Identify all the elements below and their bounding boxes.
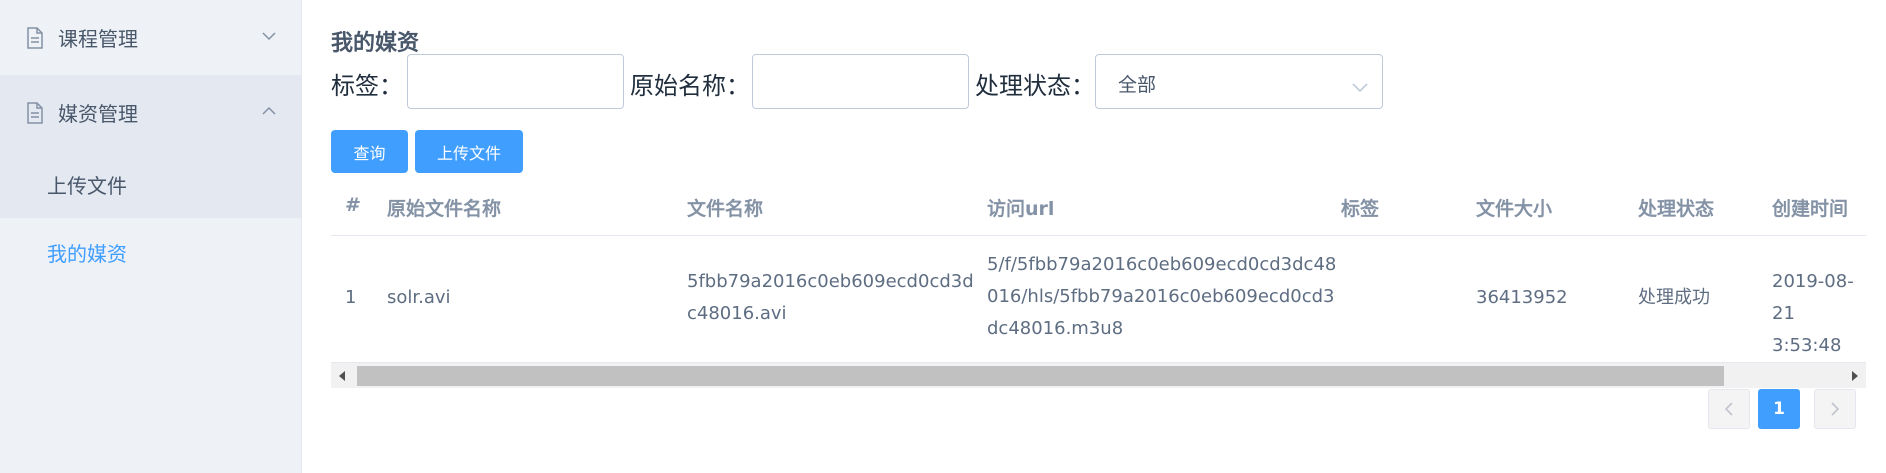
- cell-status: 处理成功: [1638, 287, 1710, 308]
- chevron-up-icon: [262, 106, 276, 115]
- header-original-name: 原始文件名称: [387, 198, 502, 220]
- header-file-name: 文件名称: [687, 198, 764, 220]
- header-tag: 标签: [1341, 198, 1380, 220]
- sidebar-item-label: 上传文件: [47, 173, 127, 198]
- cell-index: 1: [345, 287, 357, 308]
- menu-media-management[interactable]: 媒资管理: [0, 75, 301, 150]
- document-icon: [27, 26, 43, 49]
- status-select[interactable]: 全部: [1095, 54, 1383, 109]
- tag-label: 标签：: [331, 72, 403, 100]
- cell-original-name: solr.avi: [387, 287, 451, 308]
- scrollbar-thumb[interactable]: [357, 366, 1724, 386]
- table-header: # 原始文件名称 文件名称 访问url 标签 文件大小 处理状态 创建时间: [331, 178, 1866, 236]
- chevron-right-icon: [1831, 402, 1840, 416]
- original-name-input[interactable]: [752, 54, 969, 109]
- media-table: # 原始文件名称 文件名称 访问url 标签 文件大小 处理状态 创建时间 1 …: [331, 178, 1866, 361]
- cell-created-line: 2019-08-21: [1772, 271, 1854, 324]
- chevron-down-icon: [262, 32, 276, 41]
- cell-file-size: 36413952: [1476, 287, 1568, 308]
- document-icon: [27, 101, 43, 124]
- chevron-left-icon: [1724, 402, 1733, 416]
- status-label: 处理状态：: [975, 72, 1095, 100]
- main-content: 我的媒资 标签： 原始名称： 处理状态： 全部 查询 上传文件 # 原始文件名称…: [302, 0, 1886, 473]
- horizontal-scrollbar[interactable]: [331, 362, 1866, 388]
- scroll-left-arrow-icon[interactable]: [339, 371, 345, 381]
- query-button[interactable]: 查询: [331, 130, 408, 173]
- header-file-size: 文件大小: [1476, 198, 1553, 220]
- cell-url-line: 5/f/5fbb79a2016c0eb609ecd0cd3dc48: [987, 254, 1337, 275]
- menu-course-management[interactable]: 课程管理: [0, 0, 301, 75]
- table-row[interactable]: 1 solr.avi 5fbb79a2016c0eb609ecd0cd3d c4…: [331, 236, 1866, 361]
- cell-file-name-line: 5fbb79a2016c0eb609ecd0cd3d: [687, 271, 974, 292]
- page-title: 我的媒资: [331, 31, 420, 56]
- menu-label: 课程管理: [58, 27, 138, 51]
- scroll-right-arrow-icon[interactable]: [1852, 371, 1858, 381]
- cell-url-line: 016/hls/5fbb79a2016c0eb609ecd0cd3: [987, 286, 1335, 307]
- header-status: 处理状态: [1638, 198, 1715, 220]
- menu-label: 媒资管理: [58, 102, 138, 126]
- next-page-button[interactable]: [1814, 389, 1856, 429]
- page-number-current[interactable]: 1: [1758, 389, 1800, 429]
- header-index: #: [345, 194, 361, 216]
- cell-created-time: 2019-08-21 3:53:48: [1772, 266, 1866, 362]
- upload-file-button[interactable]: 上传文件: [415, 130, 523, 173]
- tag-input[interactable]: [407, 54, 624, 109]
- cell-url: 5/f/5fbb79a2016c0eb609ecd0cd3dc48 016/hl…: [987, 249, 1336, 345]
- original-name-label: 原始名称：: [630, 72, 750, 100]
- sidebar-item-label: 我的媒资: [47, 241, 127, 266]
- chevron-down-icon: [1352, 83, 1368, 92]
- header-url: 访问url: [987, 198, 1055, 220]
- sidebar: 课程管理 媒资管理 上传文件 我的媒资: [0, 0, 302, 473]
- cell-url-line: dc48016.m3u8: [987, 318, 1124, 339]
- sidebar-item-my-media[interactable]: 我的媒资: [0, 218, 301, 286]
- cell-file-name: 5fbb79a2016c0eb609ecd0cd3d c48016.avi: [687, 266, 974, 330]
- prev-page-button[interactable]: [1708, 389, 1750, 429]
- sidebar-item-upload-file[interactable]: 上传文件: [0, 150, 301, 218]
- status-select-value: 全部: [1118, 74, 1157, 96]
- header-created-time: 创建时间: [1772, 198, 1849, 220]
- cell-file-name-line: c48016.avi: [687, 303, 787, 324]
- cell-created-line: 3:53:48: [1772, 335, 1842, 356]
